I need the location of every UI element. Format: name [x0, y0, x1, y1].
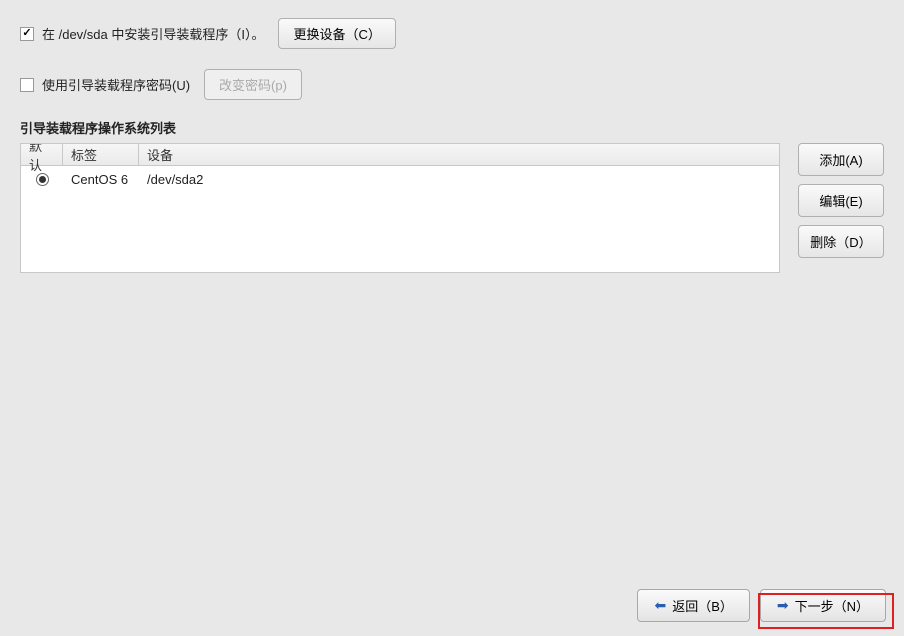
use-password-label: 使用引导装载程序密码(U) [42, 75, 190, 94]
edit-button[interactable]: 编辑(E) [798, 184, 884, 217]
delete-button[interactable]: 删除（D） [798, 225, 884, 258]
back-label: 返回（B） [672, 596, 733, 615]
next-button[interactable]: ➡ 下一步（N） [760, 589, 886, 622]
use-password-checkbox[interactable]: 使用引导装载程序密码(U) [20, 75, 190, 94]
arrow-right-icon: ➡ [777, 597, 789, 614]
install-bootloader-checkbox[interactable]: 在 /dev/sda 中安装引导装载程序（I）。 [20, 24, 264, 43]
radio-icon [36, 173, 49, 186]
th-default[interactable]: 默认 [21, 144, 63, 165]
add-button[interactable]: 添加(A) [798, 143, 884, 176]
th-label[interactable]: 标签 [63, 144, 139, 165]
checkbox-icon [20, 27, 34, 41]
row-device: /dev/sda2 [139, 172, 211, 187]
change-device-button[interactable]: 更换设备（C） [278, 18, 395, 49]
arrow-left-icon: ⬅ [654, 597, 666, 614]
os-table[interactable]: 默认 标签 设备 CentOS 6 /dev/sda2 [20, 143, 780, 273]
back-button[interactable]: ⬅ 返回（B） [637, 589, 749, 622]
install-bootloader-label: 在 /dev/sda 中安装引导装载程序（I）。 [42, 24, 264, 43]
table-header: 默认 标签 设备 [21, 144, 779, 166]
row-default-radio[interactable] [21, 173, 63, 186]
change-password-button: 改变密码(p) [204, 69, 302, 100]
table-row[interactable]: CentOS 6 /dev/sda2 [21, 166, 779, 192]
th-device[interactable]: 设备 [139, 144, 779, 165]
next-label: 下一步（N） [795, 596, 869, 615]
checkbox-icon [20, 78, 34, 92]
os-list-title: 引导装载程序操作系统列表 [20, 118, 884, 137]
row-label: CentOS 6 [63, 172, 139, 187]
